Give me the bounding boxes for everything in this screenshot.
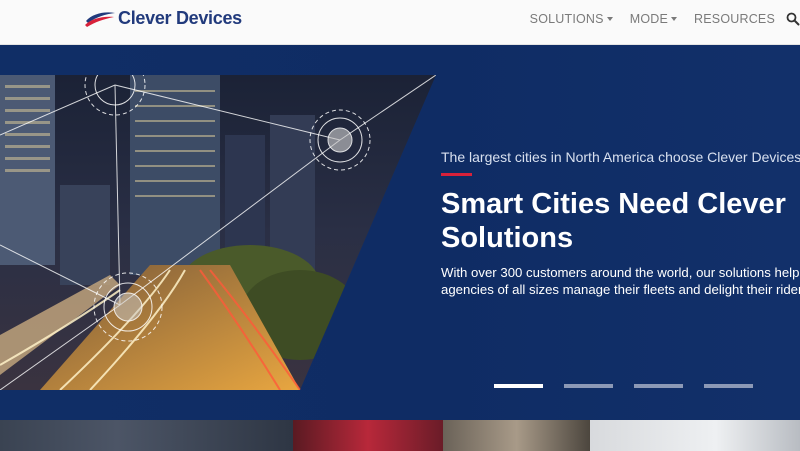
nav-mode-label: MODE — [629, 12, 669, 26]
hero-eyebrow: The largest cities in North America choo… — [441, 149, 800, 165]
feature-strip — [0, 420, 800, 451]
carousel-dot-4[interactable] — [704, 384, 753, 388]
hero-content: The largest cities in North America choo… — [441, 149, 800, 298]
nav-solutions[interactable]: SOLUTIONS — [530, 12, 613, 26]
bus-interior-photo — [443, 420, 590, 451]
road-photo — [0, 420, 293, 451]
nav-mode[interactable]: MODE — [629, 12, 678, 26]
hero-banner: The largest cities in North America choo… — [0, 45, 800, 420]
search-icon[interactable] — [786, 12, 800, 26]
chevron-down-icon — [606, 17, 613, 21]
logo-wordmark: Clever Devices — [118, 7, 242, 28]
ceiling-photo — [590, 420, 800, 451]
nav-resources[interactable]: RESOURCES — [694, 12, 775, 26]
carousel-dot-1[interactable] — [494, 384, 543, 388]
nav-resources-label: RESOURCES — [694, 12, 775, 26]
red-bus-photo — [293, 420, 443, 451]
page: { "brand": { "name": "Clever Devices", "… — [0, 0, 800, 451]
nav-solutions-label: SOLUTIONS — [529, 12, 604, 26]
carousel-indicators — [494, 384, 774, 388]
city-traffic-photo — [0, 75, 436, 390]
hero-body-line-2: agencies of all sizes manage their fleet… — [441, 282, 800, 297]
main-nav: SOLUTIONS MODE RESOURCES — [530, 0, 800, 38]
carousel-dot-2[interactable] — [564, 384, 613, 388]
hero-accent-rule — [441, 173, 472, 176]
hero-body-line-1: With over 300 customers around the world… — [441, 265, 800, 280]
logo-swoosh-icon — [85, 12, 115, 27]
carousel-dot-3[interactable] — [634, 384, 683, 388]
clever-devices-logo[interactable]: Clever Devices — [84, 6, 242, 30]
chevron-down-icon — [671, 17, 678, 21]
hero-body: With over 300 customers around the world… — [441, 264, 800, 298]
hero-title: Smart Cities Need Clever Solutions — [441, 188, 786, 254]
site-header: Clever Devices SOLUTIONS MODE RESOURCES — [0, 0, 800, 45]
